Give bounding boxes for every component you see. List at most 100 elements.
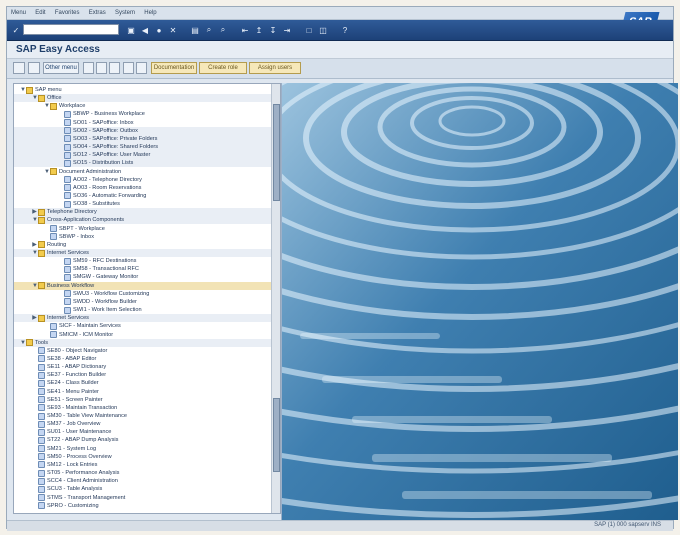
tree-scrollbar[interactable]: [271, 84, 280, 513]
expand-icon[interactable]: ▼: [32, 94, 38, 102]
tree-row[interactable]: ▼ Document Administration: [14, 168, 280, 176]
tree-row[interactable]: SE38 - ABAP Editor: [14, 355, 280, 363]
tree-row[interactable]: ▶ Telephone Directory: [14, 208, 280, 217]
tree-row[interactable]: ▼ Tools: [14, 338, 278, 347]
tree-row[interactable]: ▼ Office: [14, 94, 280, 103]
tree-row[interactable]: SICF - Maintain Services: [14, 322, 280, 330]
expand-icon[interactable]: ▼: [44, 102, 50, 110]
tree-row[interactable]: SE37 - Function Builder: [14, 371, 280, 379]
first-page-icon[interactable]: ⇤: [239, 24, 251, 36]
tree-row[interactable]: AO03 - Room Reservations: [14, 184, 280, 192]
change-favorite-button[interactable]: [109, 62, 120, 74]
expand-icon[interactable]: ▶: [32, 241, 37, 249]
tree-row[interactable]: AO02 - Telephone Directory: [14, 176, 280, 184]
menu-item[interactable]: Extras: [89, 10, 106, 16]
new-session-icon[interactable]: □: [303, 24, 315, 36]
tree-row[interactable]: SO36 - Automatic Forwarding: [14, 192, 280, 200]
move-up-button[interactable]: [123, 62, 134, 74]
save-icon[interactable]: ▣: [125, 24, 137, 36]
scrollbar-thumb-lower[interactable]: [273, 398, 280, 472]
tree-row[interactable]: SPRO - Customizing: [14, 502, 280, 510]
tree-row[interactable]: SU01 - User Maintenance: [14, 428, 280, 436]
tree-row[interactable]: SO15 - Distribution Lists: [14, 159, 280, 168]
move-down-button[interactable]: [136, 62, 147, 74]
back-icon[interactable]: ◀: [139, 24, 151, 36]
tree-row[interactable]: SO03 - SAPoffice: Private Folders: [14, 134, 280, 143]
menu-item[interactable]: Menu: [11, 10, 26, 16]
expand-icon[interactable]: ▼: [20, 86, 26, 94]
user-menu-button[interactable]: [13, 62, 25, 74]
menu-item[interactable]: System: [115, 10, 135, 16]
tree-row[interactable]: SCU3 - Table Analysis: [14, 485, 280, 493]
command-field[interactable]: [23, 24, 119, 35]
tree-row[interactable]: SE93 - Maintain Transaction: [14, 404, 280, 412]
tree-row[interactable]: SBPT - Workplace: [14, 225, 280, 233]
menu-item[interactable]: Edit: [35, 10, 45, 16]
expand-icon[interactable]: ▼: [32, 249, 38, 257]
expand-icon[interactable]: ▼: [32, 282, 38, 290]
check-icon[interactable]: ✓: [10, 24, 22, 36]
tree-row[interactable]: SCC4 - Client Administration: [14, 477, 280, 485]
shortcut-icon[interactable]: ◫: [317, 24, 329, 36]
tree-row[interactable]: ▼ Internet Services: [14, 249, 280, 257]
tree-row[interactable]: ST05 - Performance Analysis: [14, 469, 280, 477]
expand-icon[interactable]: ▼: [32, 216, 38, 224]
menu-item[interactable]: Help: [144, 10, 156, 16]
tree-row[interactable]: STMS - Transport Management: [14, 494, 280, 502]
expand-icon[interactable]: ▶: [32, 314, 37, 322]
tree-row[interactable]: ▼ Business Workflow: [14, 281, 280, 290]
prev-page-icon[interactable]: ↥: [253, 24, 265, 36]
tree-row[interactable]: SE11 - ABAP Dictionary: [14, 363, 280, 371]
tree-row[interactable]: SO04 - SAPoffice: Shared Folders: [14, 143, 280, 152]
tree-row[interactable]: SBWP - Inbox: [14, 233, 280, 241]
expand-icon[interactable]: ▼: [20, 339, 26, 347]
tree-row[interactable]: SO12 - SAPoffice: User Master: [14, 151, 280, 160]
tree-row[interactable]: SWU3 - Workflow Customizing: [14, 290, 280, 298]
tree-row[interactable]: SM21 - System Log: [14, 445, 280, 453]
add-favorite-button[interactable]: [83, 62, 94, 74]
tree-row[interactable]: SO01 - SAPoffice: Inbox: [14, 119, 280, 127]
tree-row[interactable]: SWDD - Workflow Builder: [14, 298, 280, 306]
tree-row[interactable]: SE24 - Class Builder: [14, 379, 280, 387]
tree-row[interactable]: SM30 - Table View Maintenance: [14, 412, 280, 420]
print-icon[interactable]: ▤: [189, 24, 201, 36]
assign-users-button[interactable]: Assign users: [249, 62, 301, 74]
tree-row[interactable]: SO38 - Substitutes: [14, 200, 280, 208]
tree-row[interactable]: SE41 - Menu Painter: [14, 388, 280, 396]
sap-menu-button[interactable]: [28, 62, 40, 74]
other-menu-button[interactable]: Other menu: [43, 62, 79, 74]
menu-item[interactable]: Favorites: [55, 10, 80, 16]
find-next-icon[interactable]: ⌕: [217, 24, 229, 36]
tree-row[interactable]: ▼ Cross-Application Components: [14, 216, 280, 225]
tree-row[interactable]: ▶ Routing: [14, 241, 280, 249]
delete-favorite-button[interactable]: [96, 62, 107, 74]
scrollbar-thumb[interactable]: [273, 104, 280, 201]
tree-row[interactable]: ▼ SAP menu: [14, 86, 278, 94]
tree-row[interactable]: SO02 - SAPoffice: Outbox: [14, 126, 280, 135]
help-icon[interactable]: ?: [339, 24, 351, 36]
expand-icon[interactable]: ▶: [32, 208, 37, 216]
documentation-button[interactable]: Documentation: [151, 62, 197, 74]
tree-row[interactable]: ▼ Workplace: [14, 102, 280, 110]
tree-row[interactable]: SE80 - Object Navigator: [14, 347, 280, 355]
tree-label: Internet Services: [47, 315, 89, 322]
tree-row[interactable]: ST22 - ABAP Dump Analysis: [14, 436, 280, 444]
tree-row[interactable]: SM12 - Lock Entries: [14, 461, 280, 469]
tree-row[interactable]: SM50 - Process Overview: [14, 453, 280, 461]
cancel-icon[interactable]: ✕: [167, 24, 179, 36]
find-icon[interactable]: ⌕: [203, 24, 215, 36]
tree-row[interactable]: SE51 - Screen Painter: [14, 396, 280, 404]
last-page-icon[interactable]: ⇥: [281, 24, 293, 36]
create-role-button[interactable]: Create role: [199, 62, 247, 74]
tree-row[interactable]: SMGW - Gateway Monitor: [14, 273, 280, 281]
tree-row[interactable]: SM59 - RFC Destinations: [14, 257, 280, 265]
tree-row[interactable]: SM37 - Job Overview: [14, 420, 280, 428]
next-page-icon[interactable]: ↧: [267, 24, 279, 36]
tree-row[interactable]: SWI1 - Work Item Selection: [14, 306, 280, 314]
exit-icon[interactable]: ●: [153, 24, 165, 36]
tree-row[interactable]: SMICM - ICM Monitor: [14, 331, 280, 339]
tree-row[interactable]: SM58 - Transactional RFC: [14, 265, 280, 273]
tree-row[interactable]: ▶ Internet Services: [14, 314, 280, 323]
tree-row[interactable]: SBWP - Business Workplace: [14, 110, 280, 118]
expand-icon[interactable]: ▼: [44, 168, 50, 176]
